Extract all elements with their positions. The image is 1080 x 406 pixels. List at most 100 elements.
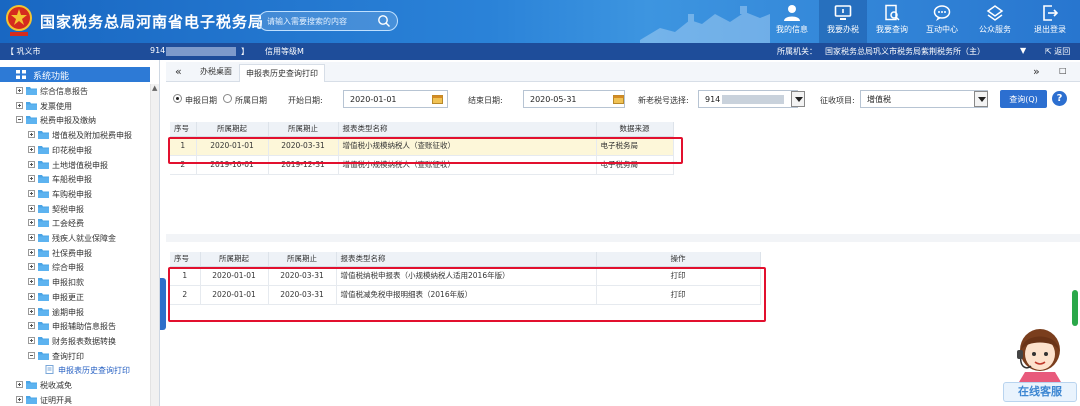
levy-dropdown-icon[interactable] xyxy=(974,91,988,107)
sidebar-scrollbar[interactable]: ▲ xyxy=(150,84,159,406)
nav-logout[interactable]: 退出登录 xyxy=(1026,0,1074,43)
expand-icon[interactable] xyxy=(28,189,35,197)
great-wall-decoration xyxy=(640,6,770,43)
bracket-close: 】 xyxy=(241,47,249,56)
sidebar-item-label: 查询打印 xyxy=(52,351,84,361)
end-date-label: 结束日期: xyxy=(468,96,503,105)
tab-scroll-right[interactable]: » xyxy=(1033,65,1040,78)
radio-declare-date[interactable] xyxy=(173,94,182,103)
folder-icon xyxy=(38,263,49,272)
expand-icon[interactable] xyxy=(28,219,35,227)
expand-icon[interactable] xyxy=(28,322,35,330)
document-search-icon xyxy=(885,4,900,21)
taxid-dropdown-icon[interactable] xyxy=(791,91,805,107)
sidebar-item-label: 综合信息报告 xyxy=(40,87,88,96)
calendar-icon[interactable] xyxy=(613,94,624,104)
expand-icon[interactable] xyxy=(16,87,23,94)
levy-item-select[interactable] xyxy=(860,90,988,108)
nav-label: 我要办税 xyxy=(827,25,859,34)
expand-icon[interactable] xyxy=(16,381,23,388)
col-header: 序号 xyxy=(170,252,201,267)
expand-icon[interactable] xyxy=(28,131,35,139)
nav-label: 互动中心 xyxy=(926,25,958,34)
folder-icon xyxy=(38,248,49,257)
expand-icon[interactable] xyxy=(28,234,35,241)
nav-my-info[interactable]: 我的信息 xyxy=(768,0,816,43)
expand-icon[interactable] xyxy=(28,336,35,344)
sidebar-item-label: 增值税及附加税费申报 xyxy=(52,131,132,141)
sidebar-collapse-handle[interactable] xyxy=(160,278,166,330)
masked-taxid xyxy=(722,95,784,104)
sidebar: 系统功能 综合信息报告 发票使用 税费申报及缴纳 增值税及附加税费申报 印花税申报 土地增… xyxy=(0,60,160,406)
org-dropdown-icon[interactable]: ▼ xyxy=(1020,46,1026,55)
back-label: 返回 xyxy=(1054,47,1071,56)
folder-icon xyxy=(26,101,37,110)
expand-icon[interactable] xyxy=(28,278,35,286)
city-label: 【 巩义市 xyxy=(6,47,41,56)
expand-icon[interactable] xyxy=(28,263,35,271)
folder-icon xyxy=(38,145,49,154)
logout-icon xyxy=(1043,5,1059,21)
online-support-label[interactable]: 在线客服 xyxy=(1003,382,1077,402)
taxid-select-label: 新老税号选择: xyxy=(638,96,689,105)
sidebar-header[interactable]: 系统功能 xyxy=(0,67,150,82)
calendar-icon[interactable] xyxy=(432,94,443,104)
tab-history-print[interactable]: 申报表历史查询打印 xyxy=(239,64,325,82)
tab-maximize[interactable]: □ xyxy=(1059,66,1067,75)
page-scroll-indicator[interactable] xyxy=(1072,290,1078,326)
back-link[interactable]: ⇱ 返回 xyxy=(1045,46,1070,57)
nav-query[interactable]: 我要查询 xyxy=(868,0,916,43)
col-header: 序号 xyxy=(170,122,197,137)
expand-icon[interactable] xyxy=(28,204,35,212)
collapse-icon[interactable] xyxy=(28,351,35,359)
scroll-up-icon[interactable]: ▲ xyxy=(152,84,157,92)
col-header: 所属期止 xyxy=(268,122,339,137)
end-date-input[interactable] xyxy=(523,90,625,108)
folder-icon xyxy=(38,278,49,287)
expand-icon[interactable] xyxy=(28,307,35,315)
nav-public-service[interactable]: 公众服务 xyxy=(971,0,1019,43)
taxpayer-info-bar: 【 巩义市 914 】 信用等级M 所属机关： 国家税务总局巩义市税务局紫荆税务… xyxy=(0,43,1080,60)
highlight-frame-reports xyxy=(168,267,766,322)
back-icon: ⇱ xyxy=(1045,47,1055,56)
query-button[interactable]: 查询(Q) xyxy=(1000,90,1047,108)
help-icon[interactable]: ? xyxy=(1052,91,1067,106)
levy-item-label: 征收项目: xyxy=(820,96,855,105)
sidebar-item-label: 财务报表数据转换 xyxy=(52,336,116,346)
expand-icon[interactable] xyxy=(28,145,35,153)
expand-icon[interactable] xyxy=(28,175,35,183)
expand-icon[interactable] xyxy=(28,292,35,300)
collapse-icon[interactable] xyxy=(16,116,23,124)
col-header: 所属期止 xyxy=(268,252,337,267)
expand-icon[interactable] xyxy=(16,395,23,403)
monitor-icon xyxy=(834,5,852,20)
tab-scroll-left[interactable]: « xyxy=(175,65,182,78)
folder-icon xyxy=(26,87,37,95)
search-input[interactable] xyxy=(267,15,371,28)
folder-icon xyxy=(38,160,49,169)
start-date-label: 开始日期: xyxy=(288,96,323,105)
folder-icon xyxy=(26,116,37,125)
org-value: 国家税务总局巩义市税务局紫荆税务所（主） xyxy=(825,47,985,56)
search-box[interactable] xyxy=(258,11,398,31)
col-header: 所属期起 xyxy=(200,252,269,267)
sidebar-item-label: 申报扣款 xyxy=(52,278,84,288)
nav-label: 我要查询 xyxy=(876,25,908,34)
expand-icon[interactable] xyxy=(16,101,23,109)
credit-level: 信用等级M xyxy=(265,47,304,56)
nav-interaction[interactable]: 互动中心 xyxy=(918,0,966,43)
nav-do-tax[interactable]: 我要办税 xyxy=(819,0,867,43)
col-header: 操作 xyxy=(596,252,761,267)
folder-icon xyxy=(38,336,49,345)
sidebar-title: 系统功能 xyxy=(33,72,70,82)
expand-icon[interactable] xyxy=(28,160,35,168)
col-header: 所属期起 xyxy=(196,122,269,137)
folder-icon xyxy=(38,322,49,331)
radio-period-date[interactable] xyxy=(223,94,232,103)
filter-bar: 申报日期 所属日期 开始日期: 结束日期: 新老税号选择: 征收项目: 查询(Q… xyxy=(166,86,1080,112)
expand-icon[interactable] xyxy=(28,248,35,256)
chat-icon xyxy=(933,5,951,21)
tab-home[interactable]: 办税桌面 xyxy=(200,66,232,77)
search-icon[interactable] xyxy=(377,14,391,28)
sidebar-item-label: 残疾人就业保障金 xyxy=(52,234,116,243)
